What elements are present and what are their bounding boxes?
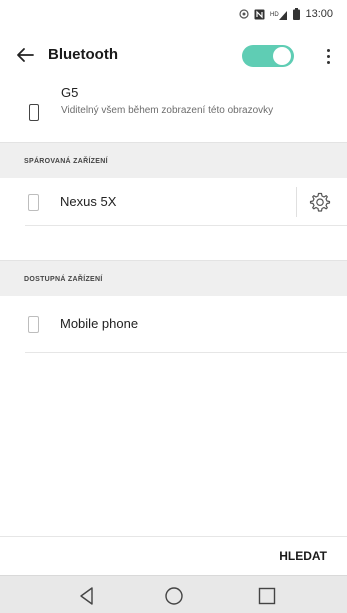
page-title: Bluetooth xyxy=(48,46,118,63)
own-device: G5 Viditelný všem během zobrazení této o… xyxy=(0,80,347,142)
toggle-knob xyxy=(273,47,291,65)
home-circle-icon xyxy=(165,587,183,605)
alarm-icon xyxy=(239,9,250,19)
row-divider xyxy=(25,225,347,226)
nav-back-button[interactable] xyxy=(76,585,98,607)
bluetooth-toggle[interactable] xyxy=(242,45,294,67)
battery-icon xyxy=(293,8,301,20)
device-name: Nexus 5X xyxy=(60,194,117,209)
phone-icon xyxy=(28,194,39,211)
nfc-icon xyxy=(254,9,265,20)
svg-text:HD: HD xyxy=(270,12,279,18)
arrow-left-icon xyxy=(17,48,34,62)
phone-icon xyxy=(29,104,39,121)
signal-icon: HD xyxy=(270,9,288,20)
phone-icon xyxy=(28,316,39,333)
back-button[interactable] xyxy=(14,44,36,66)
section-label: SPÁROVANÁ ZAŘÍZENÍ xyxy=(24,158,108,165)
footer-divider xyxy=(0,536,347,537)
search-button[interactable]: HLEDAT xyxy=(279,549,327,563)
device-name: Mobile phone xyxy=(60,316,139,331)
divider xyxy=(296,187,297,217)
paired-device-row[interactable]: Nexus 5X xyxy=(0,178,347,226)
own-device-description: Viditelný všem během zobrazení této obra… xyxy=(61,105,274,116)
nav-home-button[interactable] xyxy=(163,585,185,607)
gear-icon xyxy=(309,192,331,212)
back-triangle-icon xyxy=(80,587,93,605)
navigation-bar xyxy=(0,575,347,613)
nav-recents-button[interactable] xyxy=(256,585,278,607)
recents-square-icon xyxy=(258,587,276,605)
section-label: DOSTUPNÁ ZAŘÍZENÍ xyxy=(24,276,103,283)
row-divider xyxy=(25,352,347,353)
vertical-dots-icon xyxy=(326,48,330,52)
status-bar: HD 13:00 xyxy=(0,0,347,28)
paired-section-header: SPÁROVANÁ ZAŘÍZENÍ xyxy=(0,142,347,178)
available-device-row[interactable]: Mobile phone xyxy=(0,300,347,353)
action-bar: Bluetooth xyxy=(0,30,347,80)
more-options-button[interactable] xyxy=(320,43,336,69)
status-time: 13:00 xyxy=(305,8,333,20)
available-section-header: DOSTUPNÁ ZAŘÍZENÍ xyxy=(0,260,347,296)
own-device-name: G5 xyxy=(61,85,79,100)
device-settings-button[interactable] xyxy=(308,190,332,214)
